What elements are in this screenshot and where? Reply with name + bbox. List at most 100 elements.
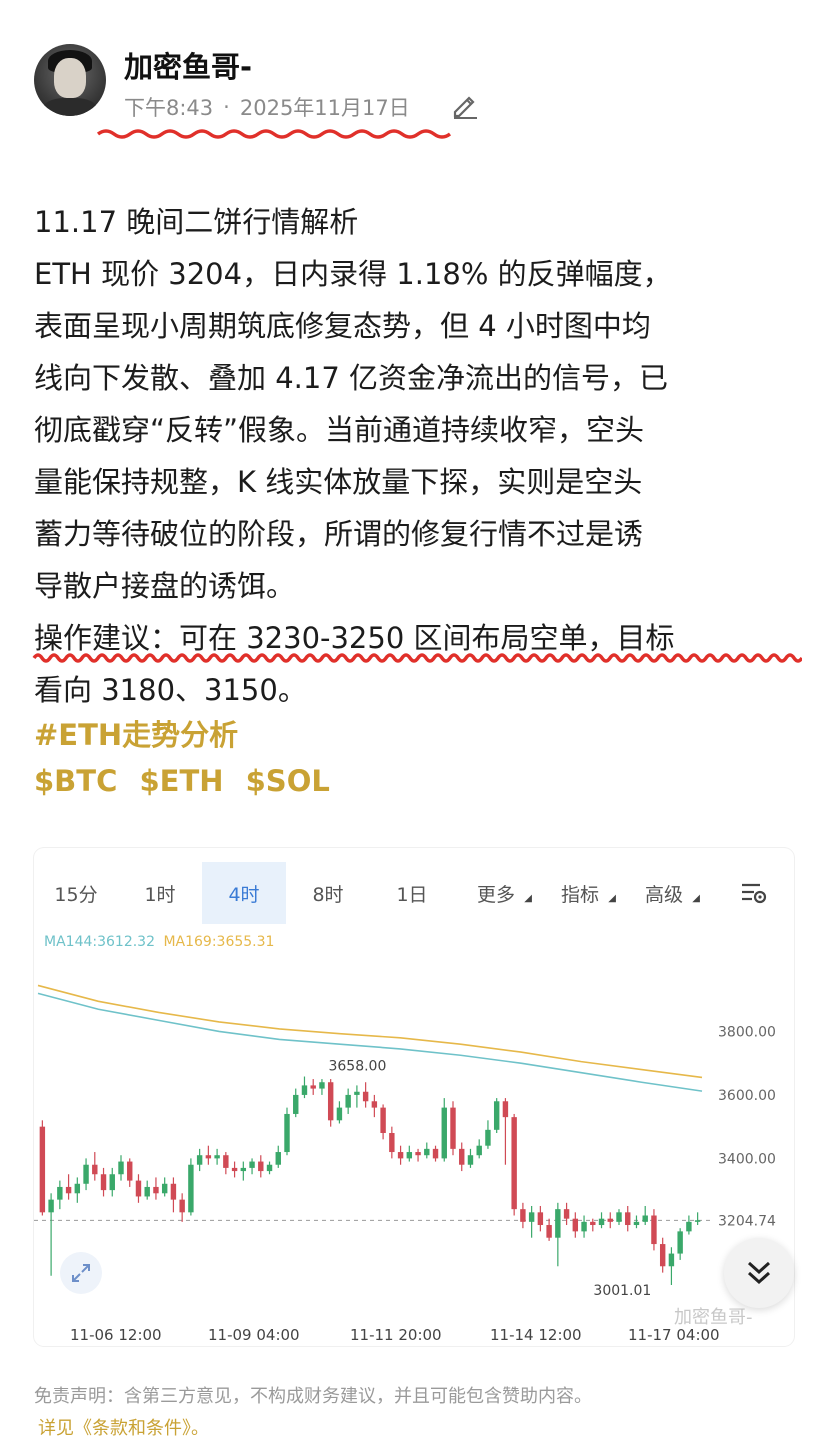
candle-body (677, 1231, 683, 1254)
candle-body (415, 1152, 421, 1156)
timeframe-tab[interactable]: 更多 ◢ (454, 862, 538, 924)
x-tick-label: 11-09 04:00 (208, 1326, 300, 1344)
timeframe-tab-label: 15分 (54, 883, 98, 906)
post-line: 线向下发散、叠加 4.17 亿资金净流出的信号，已 (34, 361, 669, 395)
candle-body (118, 1161, 124, 1175)
candle-body (336, 1107, 343, 1121)
terms-link[interactable]: 详见《条款和条件》。 (38, 1414, 209, 1440)
timeframe-tab-label: 8时 (312, 883, 344, 906)
timeframe-tab-label: 4时 (228, 883, 260, 906)
candle-body (65, 1186, 72, 1194)
candle-body (555, 1209, 561, 1238)
timeframe-tab[interactable]: 15分 (34, 862, 118, 924)
candle-body (563, 1209, 570, 1219)
low-price-label: 3001.01 (593, 1283, 651, 1299)
timeframe-tab-label: 指标 (560, 883, 599, 906)
scroll-down-button[interactable] (724, 1238, 794, 1308)
post-date: 2025年11月17日 (239, 96, 410, 120)
candle-body (74, 1183, 81, 1194)
candle-body (153, 1186, 159, 1194)
candlestick-chart[interactable]: 3800.00 3600.00 3400.00 3204.74 3658.00 3001.… (34, 968, 794, 1346)
timeframe-tab-label: 高级 (644, 883, 683, 906)
timeframe-tab[interactable]: 指标 ◢ (538, 862, 622, 924)
candle-body (432, 1148, 439, 1159)
x-tick-label: 11-11 20:00 (350, 1326, 442, 1344)
current-price-label: 3204.74 (718, 1213, 776, 1229)
candle-body (327, 1082, 334, 1121)
candle-body (249, 1161, 255, 1168)
cashtag-sol[interactable]: $SOL (246, 764, 330, 798)
candle-body (528, 1212, 535, 1222)
author-avatar[interactable] (34, 44, 106, 116)
expand-chart-button[interactable] (60, 1252, 102, 1294)
candle-body (354, 1091, 360, 1095)
ma144-label: MA144:3612.32 (44, 934, 155, 950)
hashtag-link[interactable]: #ETH走势分析 (34, 712, 238, 754)
timeframe-tab[interactable]: 8时 (286, 862, 370, 924)
candle-body (389, 1133, 395, 1153)
candle-body (161, 1183, 168, 1194)
y-tick-label: 3400.00 (718, 1151, 776, 1167)
watermark-text: 加密鱼哥- (674, 1307, 753, 1328)
candle-body (572, 1218, 579, 1232)
meta-separator: · (223, 95, 230, 119)
candle-body (581, 1221, 587, 1232)
candle-body (590, 1221, 596, 1226)
expand-icon (72, 1264, 90, 1282)
candle-body (39, 1126, 46, 1213)
cashtag-btc[interactable]: $BTC (34, 764, 117, 798)
timeframe-tab-label: 1日 (396, 883, 428, 906)
double-chevron-down-icon (747, 1261, 771, 1285)
dropdown-caret-icon: ◢ (608, 893, 616, 904)
cashtag-eth[interactable]: $ETH (139, 764, 223, 798)
timeframe-tab[interactable]: 高级 ◢ (622, 862, 706, 924)
candle-body (633, 1221, 640, 1226)
timeframe-tab-label: 更多 (476, 883, 515, 906)
chart-settings-icon[interactable] (740, 880, 768, 906)
candle-body (537, 1212, 544, 1226)
timeframe-tab[interactable]: 1时 (118, 862, 202, 924)
candle-body (258, 1161, 264, 1172)
post-title-line: 11.17 晚间二饼行情解析 (34, 205, 359, 239)
candle-body (424, 1148, 430, 1156)
candle-body (467, 1155, 474, 1165)
timeframe-tabs: 15分 1时 4时 8时 1日 更多 ◢ 指标 ◢ 高级 ◢ (34, 862, 794, 924)
post-content: 11.17 晚间二饼行情解析 ETH 现价 3204，日内录得 1.18% 的反… (34, 196, 804, 716)
candle-body (380, 1107, 386, 1133)
candle-body (284, 1113, 290, 1153)
dropdown-caret-icon: ◢ (692, 893, 700, 904)
candle-body (144, 1186, 150, 1197)
post-line: 导散户接盘的诱饵。 (34, 569, 296, 603)
candle-body (301, 1085, 308, 1095)
post-line: 量能保持规整，K 线实体放量下探，实则是空头 (34, 465, 643, 499)
candle-body (616, 1212, 622, 1222)
candle-body (651, 1215, 657, 1245)
post-line: 表面呈现小周期筑底修复态势，但 4 小时图中均 (34, 309, 651, 343)
candle-body (57, 1186, 63, 1200)
candle-body (205, 1155, 212, 1159)
post-line: ETH 现价 3204，日内录得 1.18% 的反弹幅度， (34, 257, 672, 291)
candle-body (686, 1221, 692, 1232)
post-line: 彻底戳穿“反转”假象。当前通道持续收窄，空头 (34, 413, 645, 447)
avatar-face (54, 58, 86, 98)
avatar-collar (42, 98, 98, 116)
timeframe-tab[interactable]: 1日 (370, 862, 454, 924)
author-name[interactable]: 加密鱼哥- (124, 44, 252, 86)
candle-body (362, 1091, 369, 1102)
candle-body (231, 1167, 238, 1172)
x-tick-label: 11-06 12:00 (70, 1326, 162, 1344)
x-tick-label: 11-17 04:00 (628, 1326, 720, 1344)
candle-body (275, 1152, 281, 1165)
candle-body (659, 1244, 666, 1267)
candle-body (214, 1155, 220, 1159)
candle-body (441, 1107, 447, 1159)
ma169-label: MA169:3655.31 (163, 934, 275, 950)
date-underline-scribble (96, 129, 452, 139)
y-tick-label: 3600.00 (718, 1088, 776, 1104)
candle-body (223, 1155, 229, 1168)
candle-body (625, 1212, 631, 1226)
edit-icon[interactable] (450, 90, 480, 120)
candle-body (92, 1164, 98, 1175)
candle-body (406, 1152, 413, 1159)
timeframe-tab[interactable]: 4时 (202, 862, 286, 924)
